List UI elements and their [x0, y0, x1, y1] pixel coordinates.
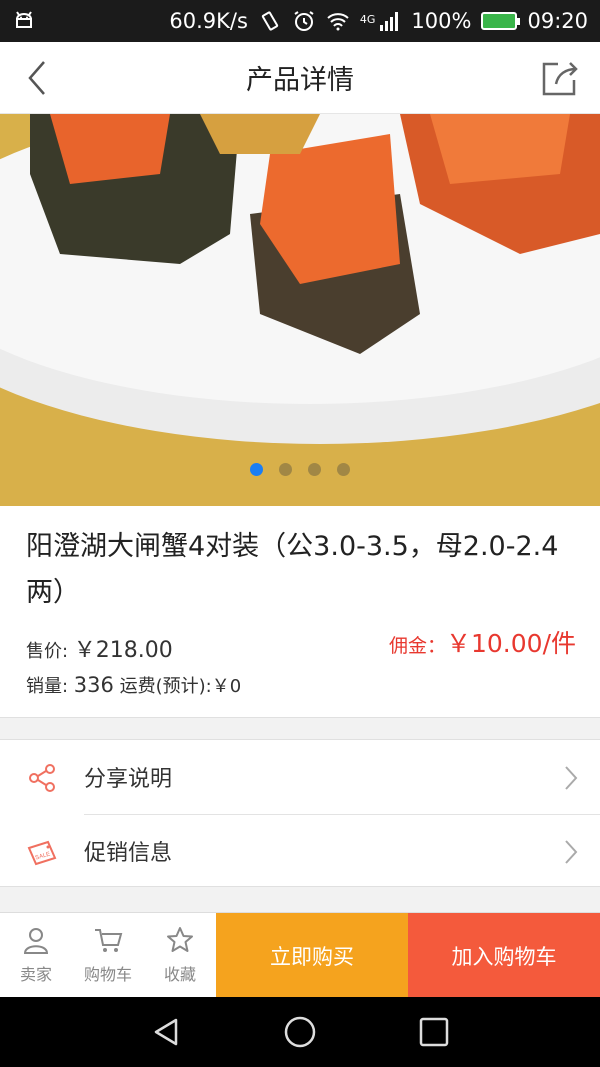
person-icon	[23, 928, 49, 954]
carousel-dot[interactable]	[308, 463, 321, 476]
menu-item-label: 促销信息	[84, 841, 173, 866]
page-title: 产品详情	[246, 65, 354, 96]
commission-label: 佣金：	[388, 635, 446, 657]
product-image-carousel[interactable]	[0, 114, 600, 506]
favorite-label: 收藏	[163, 965, 196, 984]
nav-recents-icon[interactable]	[416, 1014, 452, 1050]
price-row: 售价: ￥218.00	[26, 632, 173, 664]
sale-tag-icon: SALE	[27, 840, 57, 866]
vibrate-icon	[261, 11, 278, 31]
nav-home-icon[interactable]	[282, 1014, 318, 1050]
bottom-action-bar: 卖家 购物车 收藏 立即购买 加入购物车	[0, 912, 600, 998]
menu-item-promotion-info[interactable]: SALE 促销信息	[0, 814, 600, 888]
battery-icon	[481, 12, 521, 30]
clock: 09:20	[527, 9, 588, 33]
android-icon	[16, 11, 32, 28]
nav-back-icon[interactable]	[148, 1014, 184, 1050]
battery-percent: 100%	[411, 9, 472, 33]
info-menu: 分享说明 SALE 促销信息	[0, 739, 600, 887]
seller-label: 卖家	[19, 965, 52, 984]
carousel-indicator	[0, 463, 600, 476]
shipping-text: 运费(预计):￥0	[119, 676, 242, 697]
back-button[interactable]	[18, 56, 62, 100]
seller-button[interactable]: 卖家	[0, 913, 72, 997]
add-to-cart-button[interactable]: 加入购物车	[408, 913, 600, 998]
product-image	[0, 114, 600, 506]
chevron-right-icon	[565, 840, 578, 864]
system-nav-bar	[0, 997, 600, 1067]
alarm-icon	[294, 11, 314, 31]
price-label: 售价:	[26, 641, 74, 662]
chevron-right-icon	[565, 766, 578, 790]
share-button[interactable]	[538, 56, 582, 100]
sales-label: 销量:	[26, 676, 74, 697]
share-nodes-icon	[29, 764, 55, 792]
signal-icon	[380, 12, 399, 31]
star-icon	[167, 927, 193, 952]
product-info: 阳澄湖大闸蟹4对装（公3.0-3.5，母2.0-2.4两） 售价: ￥218.0…	[0, 506, 600, 718]
cart-icon	[95, 929, 123, 952]
cart-label: 购物车	[83, 965, 132, 984]
favorite-button[interactable]: 收藏	[144, 913, 216, 997]
price-value: ￥218.00	[73, 638, 173, 663]
product-name: 阳澄湖大闸蟹4对装（公3.0-3.5，母2.0-2.4两）	[26, 531, 559, 608]
carousel-dot[interactable]	[337, 463, 350, 476]
commission: 佣金：￥10.00/件	[389, 624, 576, 660]
cart-button[interactable]: 购物车	[72, 913, 144, 997]
buy-now-button[interactable]: 立即购买	[216, 913, 408, 998]
status-bar: 60.9K/s 4G 100% 09:20	[0, 0, 600, 42]
menu-item-label: 分享说明	[84, 767, 173, 792]
carousel-dot-active[interactable]	[250, 463, 263, 476]
menu-item-share-info[interactable]: 分享说明	[0, 740, 600, 815]
network-type: 4G	[359, 13, 376, 26]
carousel-dot[interactable]	[279, 463, 292, 476]
commission-value: ￥10.00/件	[446, 629, 576, 658]
sales-value: 336	[73, 673, 114, 697]
app-header: 产品详情	[0, 42, 600, 114]
sales-row: 销量: 336 运费(预计):￥0	[26, 672, 241, 698]
network-speed: 60.9K/s	[169, 9, 248, 33]
wifi-icon	[327, 13, 349, 31]
